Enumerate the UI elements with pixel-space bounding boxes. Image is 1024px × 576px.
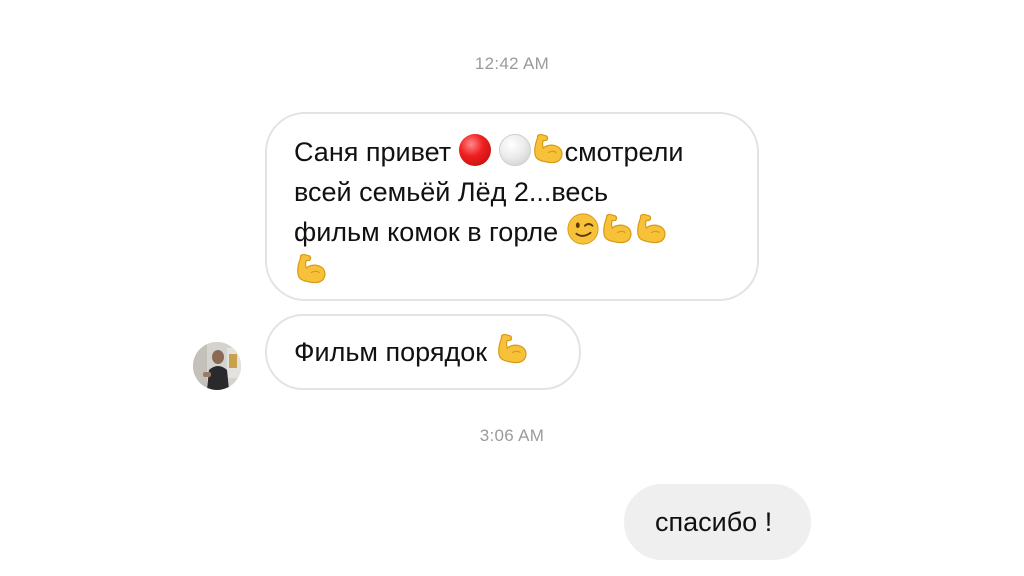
incoming-message-bubble[interactable]: Саня привет смотрели всей семьёй Лёд 2..… xyxy=(265,112,759,301)
avatar-photo xyxy=(193,342,241,390)
timestamp: 3:06 AM xyxy=(479,426,545,445)
flexed-biceps-icon xyxy=(531,132,565,166)
message-line xyxy=(294,252,731,292)
avatar[interactable] xyxy=(193,342,241,390)
incoming-message-bubble[interactable]: Фильм порядок xyxy=(265,314,581,390)
message-line: Саня привет смотрели xyxy=(294,132,731,172)
message-text: Саня привет xyxy=(294,137,459,167)
timestamp: 12:42 AM xyxy=(474,54,550,73)
chat-thread: 12:42 AM Саня привет смотрели всей семьё… xyxy=(0,0,1024,576)
message-text: фильм комок в горле xyxy=(294,217,566,247)
message-text: спасибо ! xyxy=(655,507,773,537)
white-circle-icon xyxy=(498,134,531,166)
message-line: всей семьёй Лёд 2...весь xyxy=(294,172,731,212)
winking-face-icon xyxy=(566,212,600,246)
flexed-biceps-icon xyxy=(495,332,529,366)
flexed-biceps-icon xyxy=(634,212,668,246)
message-text: всей семьёй Лёд 2...весь xyxy=(294,177,609,207)
message-line: фильм комок в горле xyxy=(294,212,731,252)
outgoing-message-bubble[interactable]: спасибо ! xyxy=(624,484,811,560)
message-line: Фильм порядок xyxy=(294,332,553,372)
flexed-biceps-icon xyxy=(600,212,634,246)
message-text: Фильм порядок xyxy=(294,337,495,367)
message-text: смотрели xyxy=(564,137,684,167)
red-circle-icon xyxy=(458,134,491,166)
flexed-biceps-icon xyxy=(294,252,328,286)
